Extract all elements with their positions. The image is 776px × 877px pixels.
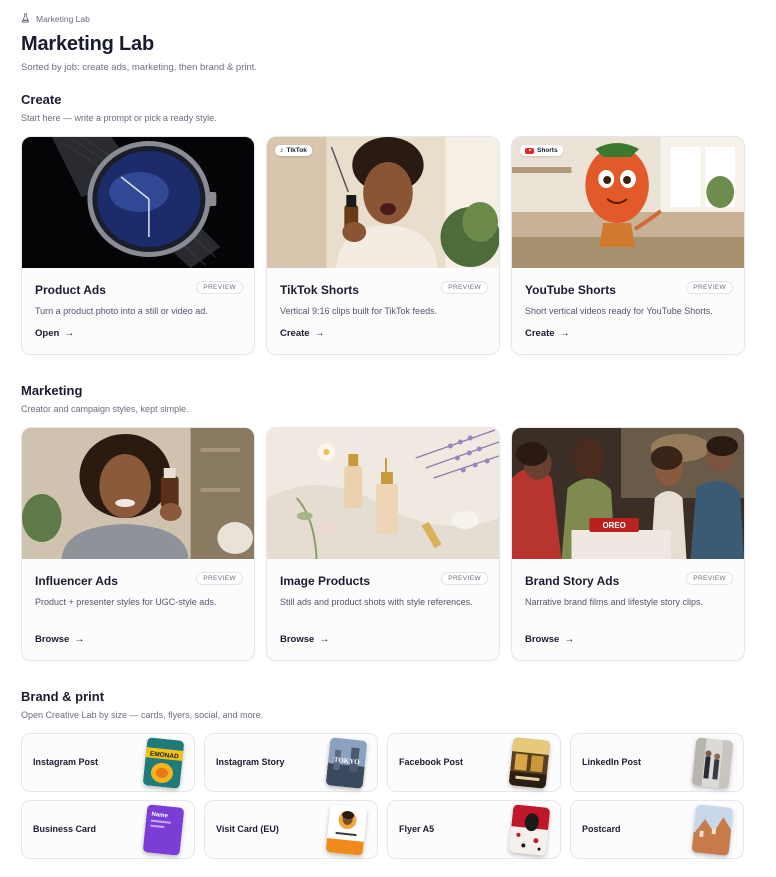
arrow-right-icon: → [314, 328, 325, 339]
card-description: Short vertical videos ready for YouTube … [525, 306, 713, 316]
section-title-marketing: Marketing [21, 383, 83, 398]
card-image-products[interactable]: Image Products PREVIEW Still ads and pro… [266, 427, 500, 661]
card-youtube-shorts[interactable]: Shorts YouTube Shorts PREVIEW Short vert… [511, 136, 745, 355]
card-title: YouTube Shorts [525, 283, 616, 297]
facebook-post-thumbnail [508, 737, 551, 789]
tile-instagram-post[interactable]: Instagram Post EMONAD [21, 733, 195, 792]
page-subtitle: Sorted by job: create ads, marketing, th… [21, 62, 258, 73]
preview-badge: PREVIEW [196, 572, 243, 585]
tile-facebook-post[interactable]: Facebook Post [387, 733, 561, 792]
tile-label: LinkedIn Post [582, 757, 642, 767]
arrow-right-icon: → [74, 634, 85, 645]
card-description: Vertical 9:16 clips built for TikTok fee… [280, 306, 438, 316]
postcard-thumbnail [691, 804, 734, 856]
visit-card-thumbnail [325, 804, 368, 856]
arrow-right-icon: → [319, 634, 330, 645]
section-subtitle-marketing: Creator and campaign styles, kept simple… [21, 404, 189, 414]
open-link[interactable]: Open → [35, 328, 74, 339]
tile-label: Business Card [33, 824, 97, 834]
tile-label: Postcard [582, 824, 621, 834]
arrow-right-icon: → [64, 328, 75, 339]
preview-badge: PREVIEW [441, 281, 488, 294]
section-subtitle-brand-print: Open Creative Lab by size — cards, flyer… [21, 710, 264, 720]
product-ads-thumbnail [22, 137, 254, 268]
preview-badge: PREVIEW [441, 572, 488, 585]
create-link[interactable]: Create → [280, 328, 325, 339]
tile-label: Instagram Story [216, 757, 285, 767]
card-title: TikTok Shorts [280, 283, 359, 297]
oreo-package-text: OREO [602, 521, 625, 530]
section-title-brand-print: Brand & print [21, 689, 105, 704]
card-title: Brand Story Ads [525, 574, 620, 588]
preview-badge: PREVIEW [196, 281, 243, 294]
tile-label: Visit Card (EU) [216, 824, 279, 834]
browse-link[interactable]: Browse → [35, 634, 84, 645]
tiktok-chip: ♪ TikTok [275, 145, 312, 156]
tile-flyer-a5[interactable]: Flyer A5 [387, 800, 561, 859]
breadcrumb-label: Marketing Lab [36, 14, 90, 24]
preview-badge: PREVIEW [686, 281, 733, 294]
tile-instagram-story[interactable]: Instagram Story TOKYO [204, 733, 378, 792]
browse-label: Browse [280, 634, 315, 645]
instagram-story-thumbnail: TOKYO [325, 737, 368, 789]
youtube-shorts-chip: Shorts [520, 145, 563, 156]
influencer-ads-thumbnail [22, 428, 254, 559]
arrow-right-icon: → [559, 328, 570, 339]
card-title: Product Ads [35, 283, 106, 297]
linkedin-post-thumbnail [691, 737, 734, 789]
tile-postcard[interactable]: Postcard [570, 800, 744, 859]
breadcrumb[interactable]: Marketing Lab [21, 13, 90, 25]
create-label: Create [525, 328, 555, 339]
card-description: Still ads and product shots with style r… [280, 597, 473, 607]
browse-link[interactable]: Browse → [525, 634, 574, 645]
flask-icon [21, 13, 30, 25]
tile-linkedin-post[interactable]: LinkedIn Post [570, 733, 744, 792]
page-title: Marketing Lab [21, 33, 154, 55]
tile-label: Facebook Post [399, 757, 464, 767]
create-label: Create [280, 328, 310, 339]
brand-story-ads-thumbnail: OREO [512, 428, 744, 559]
tiktok-shorts-thumbnail: ♪ TikTok [267, 137, 499, 268]
card-description: Turn a product photo into a still or vid… [35, 306, 208, 316]
card-description: Narrative brand films and lifestyle stor… [525, 597, 704, 607]
tile-label: Instagram Post [33, 757, 99, 767]
preview-badge: PREVIEW [686, 572, 733, 585]
chip-label: Shorts [537, 147, 558, 154]
card-brand-story-ads[interactable]: OREO Brand Story Ads PREVIEW Narrative b… [511, 427, 745, 661]
youtube-icon [525, 147, 534, 154]
arrow-right-icon: → [564, 634, 575, 645]
card-influencer-ads[interactable]: Influencer Ads PREVIEW Product + present… [21, 427, 255, 661]
browse-label: Browse [35, 634, 70, 645]
card-product-ads[interactable]: Product Ads PREVIEW Turn a product photo… [21, 136, 255, 355]
tile-label: Flyer A5 [399, 824, 435, 834]
chip-label: TikTok [286, 147, 307, 154]
open-label: Open [35, 328, 60, 339]
youtube-shorts-thumbnail: Shorts [512, 137, 744, 268]
section-subtitle-create: Start here — write a prompt or pick a re… [21, 113, 217, 123]
flyer-a5-thumbnail [508, 804, 551, 856]
browse-link[interactable]: Browse → [280, 634, 329, 645]
image-products-thumbnail [267, 428, 499, 559]
instagram-post-thumbnail: EMONAD [142, 737, 185, 789]
tile-visit-card-eu[interactable]: Visit Card (EU) [204, 800, 378, 859]
section-title-create: Create [21, 92, 62, 107]
tile-business-card[interactable]: Business Card Name [21, 800, 195, 859]
browse-label: Browse [525, 634, 560, 645]
business-card-thumbnail: Name [142, 804, 185, 856]
tiktok-icon: ♪ [280, 147, 284, 154]
card-title: Image Products [280, 574, 371, 588]
card-description: Product + presenter styles for UGC-style… [35, 597, 217, 607]
card-title: Influencer Ads [35, 574, 118, 588]
card-tiktok-shorts[interactable]: ♪ TikTok TikTok Shorts PREVIEW Vertical … [266, 136, 500, 355]
create-link[interactable]: Create → [525, 328, 570, 339]
